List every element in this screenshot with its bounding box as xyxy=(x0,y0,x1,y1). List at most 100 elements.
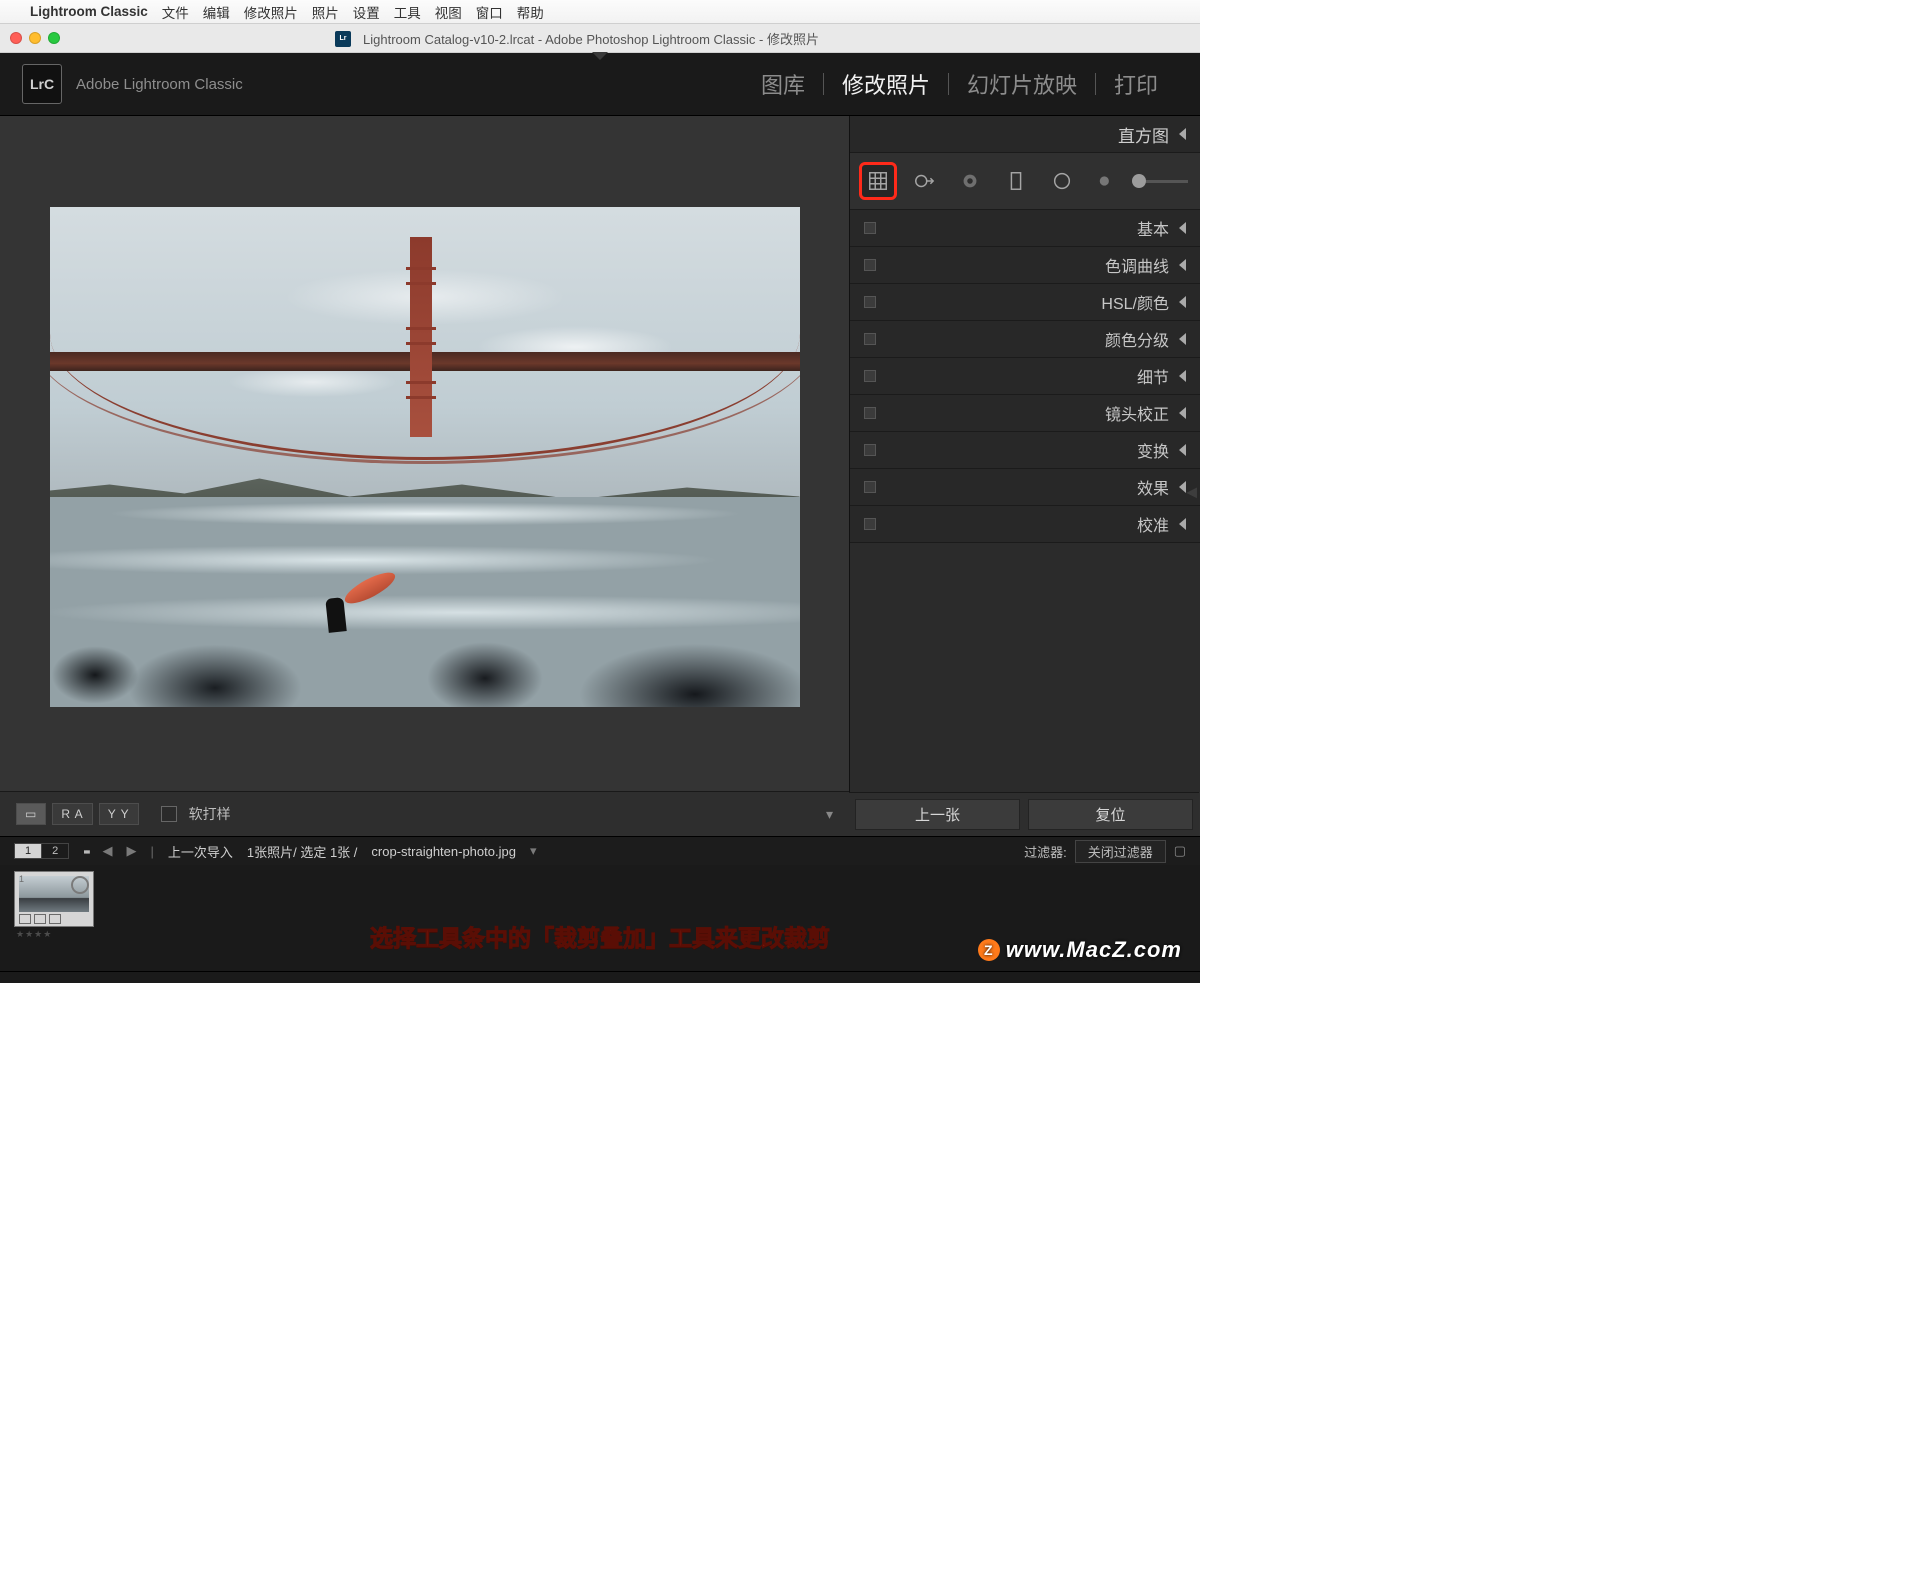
filmstrip-thumb[interactable]: 1 ★★★★ xyxy=(14,871,92,940)
panel-tone-curve[interactable]: 色调曲线 xyxy=(850,247,1200,284)
panel-toggle-icon[interactable] xyxy=(864,370,876,382)
breadcrumb-menu-icon[interactable]: ▾ xyxy=(530,843,537,859)
menu-develop[interactable]: 修改照片 xyxy=(244,2,298,22)
panel-transform[interactable]: 变换 xyxy=(850,432,1200,469)
menu-window[interactable]: 窗口 xyxy=(476,2,503,22)
collapse-triangle-icon xyxy=(1179,259,1186,271)
panel-toggle-icon[interactable] xyxy=(864,333,876,345)
collapse-triangle-icon xyxy=(1179,518,1186,530)
document-icon: Lr xyxy=(335,31,351,47)
top-panel-expand-icon[interactable] xyxy=(592,52,608,60)
thumb-badge-icon xyxy=(34,914,46,924)
thumb-index: 1 xyxy=(19,874,24,884)
thumb-badge-icon xyxy=(19,914,31,924)
lrc-logo-icon: LrC xyxy=(22,64,62,104)
filter-lock-icon[interactable]: ▢ xyxy=(1174,843,1186,859)
spot-removal-tool[interactable] xyxy=(908,165,940,197)
menu-file[interactable]: 文件 xyxy=(162,2,189,22)
module-print[interactable]: 打印 xyxy=(1096,68,1176,100)
soft-proof-label: 软打样 xyxy=(189,804,231,824)
identity-plate-bar: LrC Adobe Lightroom Classic 图库 修改照片 幻灯片放… xyxy=(0,53,1200,116)
redeye-tool[interactable] xyxy=(954,165,986,197)
right-panel: 直方图 xyxy=(849,116,1200,792)
collapse-triangle-icon xyxy=(1179,370,1186,382)
watermark: Z www.MacZ.com xyxy=(978,937,1182,963)
thumb-badge-icon xyxy=(49,914,61,924)
panel-color-grading[interactable]: 颜色分级 xyxy=(850,321,1200,358)
panel-detail[interactable]: 细节 xyxy=(850,358,1200,395)
panel-hsl-color[interactable]: HSL/颜色 xyxy=(850,284,1200,321)
menu-help[interactable]: 帮助 xyxy=(517,2,544,22)
panel-toggle-icon[interactable] xyxy=(864,222,876,234)
panel-effects[interactable]: 效果 xyxy=(850,469,1200,506)
menu-settings[interactable]: 设置 xyxy=(353,2,380,22)
panel-toggle-icon[interactable] xyxy=(864,481,876,493)
right-panel-collapse-icon[interactable]: ◀ xyxy=(1186,483,1197,500)
brush-size-slider[interactable] xyxy=(1144,172,1188,190)
nav-forward-icon[interactable]: ▶ xyxy=(126,843,136,859)
breadcrumb-filename[interactable]: crop-straighten-photo.jpg xyxy=(371,844,516,859)
window-titlebar: Lr Lightroom Catalog-v10-2.lrcat - Adobe… xyxy=(0,24,1200,53)
panel-toggle-icon[interactable] xyxy=(864,444,876,456)
previous-button[interactable]: 上一张 xyxy=(855,799,1020,830)
grid-view-icon[interactable]: ▪▪ xyxy=(83,844,88,859)
menu-photo[interactable]: 照片 xyxy=(312,2,339,22)
main-area: ▶ ◀ ▭ R A Y Y xyxy=(0,116,1200,836)
thumb-rating[interactable]: ★★★★ xyxy=(14,927,92,940)
window-title-text: Lightroom Catalog-v10-2.lrcat - Adobe Ph… xyxy=(363,29,819,48)
reference-view-button[interactable]: R A xyxy=(52,803,92,825)
collapse-triangle-icon xyxy=(1179,296,1186,308)
panel-basic[interactable]: 基本 xyxy=(850,210,1200,247)
breadcrumb-source[interactable]: 上一次导入 xyxy=(168,842,233,861)
monitor-1-button[interactable]: 1 xyxy=(15,844,42,858)
module-develop[interactable]: 修改照片 xyxy=(824,68,948,100)
breadcrumb-count: 1张照片/ 选定 1张 / xyxy=(247,842,358,861)
panel-footer-buttons: 上一张 复位 xyxy=(849,792,1199,836)
panel-toggle-icon[interactable] xyxy=(864,259,876,271)
menubar-app-name[interactable]: Lightroom Classic xyxy=(30,4,148,19)
collapse-triangle-icon xyxy=(1179,481,1186,493)
canvas-viewport[interactable] xyxy=(0,116,849,791)
macos-menubar: Lightroom Classic 文件 编辑 修改照片 照片 设置 工具 视图… xyxy=(0,0,1200,24)
crop-overlay-tool[interactable] xyxy=(862,165,894,197)
collapse-triangle-icon xyxy=(1179,128,1186,140)
app-window: Lightroom Classic 文件 编辑 修改照片 照片 设置 工具 视图… xyxy=(0,0,1200,983)
secondary-monitor-switch: 1 2 xyxy=(14,843,69,859)
module-slideshow[interactable]: 幻灯片放映 xyxy=(949,68,1095,100)
collapse-triangle-icon xyxy=(1179,407,1186,419)
graduated-filter-tool[interactable] xyxy=(1000,165,1032,197)
panel-toggle-icon[interactable] xyxy=(864,407,876,419)
filter-dropdown[interactable]: 关闭过滤器 xyxy=(1075,840,1166,863)
histogram-label: 直方图 xyxy=(1118,122,1169,147)
before-after-view-button[interactable]: Y Y xyxy=(99,803,139,825)
tutorial-annotation: 选择工具条中的「裁剪叠加」工具来更改裁剪 xyxy=(370,919,830,953)
loupe-view-button[interactable]: ▭ xyxy=(16,803,46,825)
panel-toggle-icon[interactable] xyxy=(864,296,876,308)
menu-tools[interactable]: 工具 xyxy=(394,2,421,22)
adjustment-brush-tool[interactable] xyxy=(1092,165,1124,197)
panel-toggle-icon[interactable] xyxy=(864,518,876,530)
filmstrip[interactable]: 1 ★★★★ 选择工具条中的「裁剪叠加」工具来更改裁剪 Z www.MacZ.c… xyxy=(0,865,1200,972)
monitor-2-button[interactable]: 2 xyxy=(42,844,68,858)
filter-label: 过滤器: xyxy=(1024,842,1067,861)
panel-calibration[interactable]: 校准 xyxy=(850,506,1200,543)
module-library[interactable]: 图库 xyxy=(743,68,823,100)
panel-lens-corrections[interactable]: 镜头校正 xyxy=(850,395,1200,432)
develop-tool-strip xyxy=(850,153,1200,210)
window-title: Lr Lightroom Catalog-v10-2.lrcat - Adobe… xyxy=(0,28,1190,48)
reset-button[interactable]: 复位 xyxy=(1028,799,1193,830)
soft-proof-checkbox[interactable] xyxy=(161,806,177,822)
menu-view[interactable]: 视图 xyxy=(435,2,462,22)
collapse-triangle-icon xyxy=(1179,444,1186,456)
nav-back-icon[interactable]: ◀ xyxy=(102,843,112,859)
watermark-logo-icon: Z xyxy=(978,939,1000,961)
panel-histogram-header[interactable]: 直方图 xyxy=(850,116,1200,153)
filmstrip-header: 1 2 ▪▪ ◀ ▶ | 上一次导入 1张照片/ 选定 1张 / crop-st… xyxy=(0,836,1200,865)
identity-plate-text: Adobe Lightroom Classic xyxy=(76,76,243,93)
quick-collection-icon[interactable] xyxy=(71,876,89,894)
menu-edit[interactable]: 编辑 xyxy=(203,2,230,22)
radial-filter-tool[interactable] xyxy=(1046,165,1078,197)
toolbar-options-menu-icon[interactable]: ▾ xyxy=(826,806,833,823)
watermark-text: www.MacZ.com xyxy=(1006,937,1182,963)
collapse-triangle-icon xyxy=(1179,333,1186,345)
